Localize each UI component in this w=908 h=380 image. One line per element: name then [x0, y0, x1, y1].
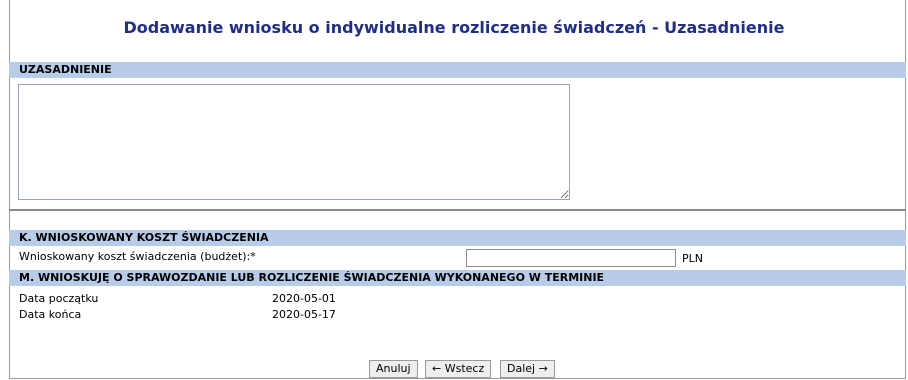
start-date-label: Data początku [19, 292, 99, 305]
cost-label: Wnioskowany koszt świadczenia (budżet):* [19, 250, 256, 263]
end-date-value: 2020-05-17 [272, 308, 336, 321]
currency-label: PLN [682, 252, 703, 265]
uzasadnienie-textarea[interactable] [18, 84, 570, 200]
start-date-value: 2020-05-01 [272, 292, 336, 305]
end-date-label: Data końca [19, 308, 82, 321]
next-button[interactable]: Dalej → [500, 360, 555, 378]
section-header-m: M. WNIOSKUJĘ O SPRAWOZDANIE LUB ROZLICZE… [9, 270, 906, 286]
section-header-k: K. WNIOSKOWANY KOSZT ŚWIADCZENIA [9, 230, 906, 246]
section-header-uzasadnienie: UZASADNIENIE [9, 62, 906, 78]
page-title: Dodawanie wniosku o indywidualne rozlicz… [123, 18, 785, 37]
cancel-button[interactable]: Anuluj [369, 360, 418, 378]
section-separator [9, 209, 906, 211]
cost-input[interactable] [466, 249, 676, 267]
back-button[interactable]: ← Wstecz [425, 360, 492, 378]
